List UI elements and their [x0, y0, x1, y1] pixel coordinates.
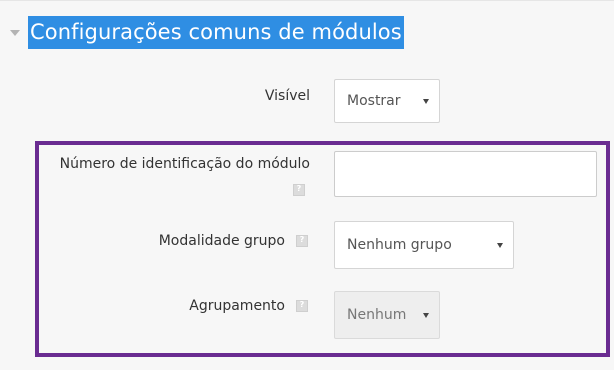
module-settings-panel: Configurações comuns de módulos Visível …	[0, 0, 614, 370]
idnumber-input[interactable]	[334, 151, 597, 197]
help-icon[interactable]	[293, 184, 305, 196]
chevron-down-icon	[423, 313, 429, 318]
chevron-down-icon	[497, 243, 503, 248]
collapse-caret-icon[interactable]	[10, 30, 20, 36]
groupmode-select[interactable]: Nenhum grupo	[334, 221, 514, 269]
groupmode-select-value: Nenhum grupo	[347, 237, 452, 253]
groupmode-label: Modalidade grupo	[158, 233, 285, 249]
grouping-select-value: Nenhum	[347, 307, 407, 323]
visible-select[interactable]: Mostrar	[334, 79, 440, 123]
grouping-select[interactable]: Nenhum	[334, 291, 440, 339]
section-title[interactable]: Configurações comuns de módulos	[28, 15, 404, 49]
help-icon[interactable]	[296, 300, 308, 312]
chevron-down-icon	[423, 99, 429, 104]
idnumber-label: Número de identificação do módulo	[59, 156, 310, 172]
visible-select-value: Mostrar	[347, 93, 401, 109]
grouping-label: Agrupamento	[189, 298, 285, 314]
visible-label: Visível	[264, 88, 310, 104]
section-header[interactable]: Configurações comuns de módulos	[10, 15, 404, 49]
help-icon[interactable]	[296, 235, 308, 247]
